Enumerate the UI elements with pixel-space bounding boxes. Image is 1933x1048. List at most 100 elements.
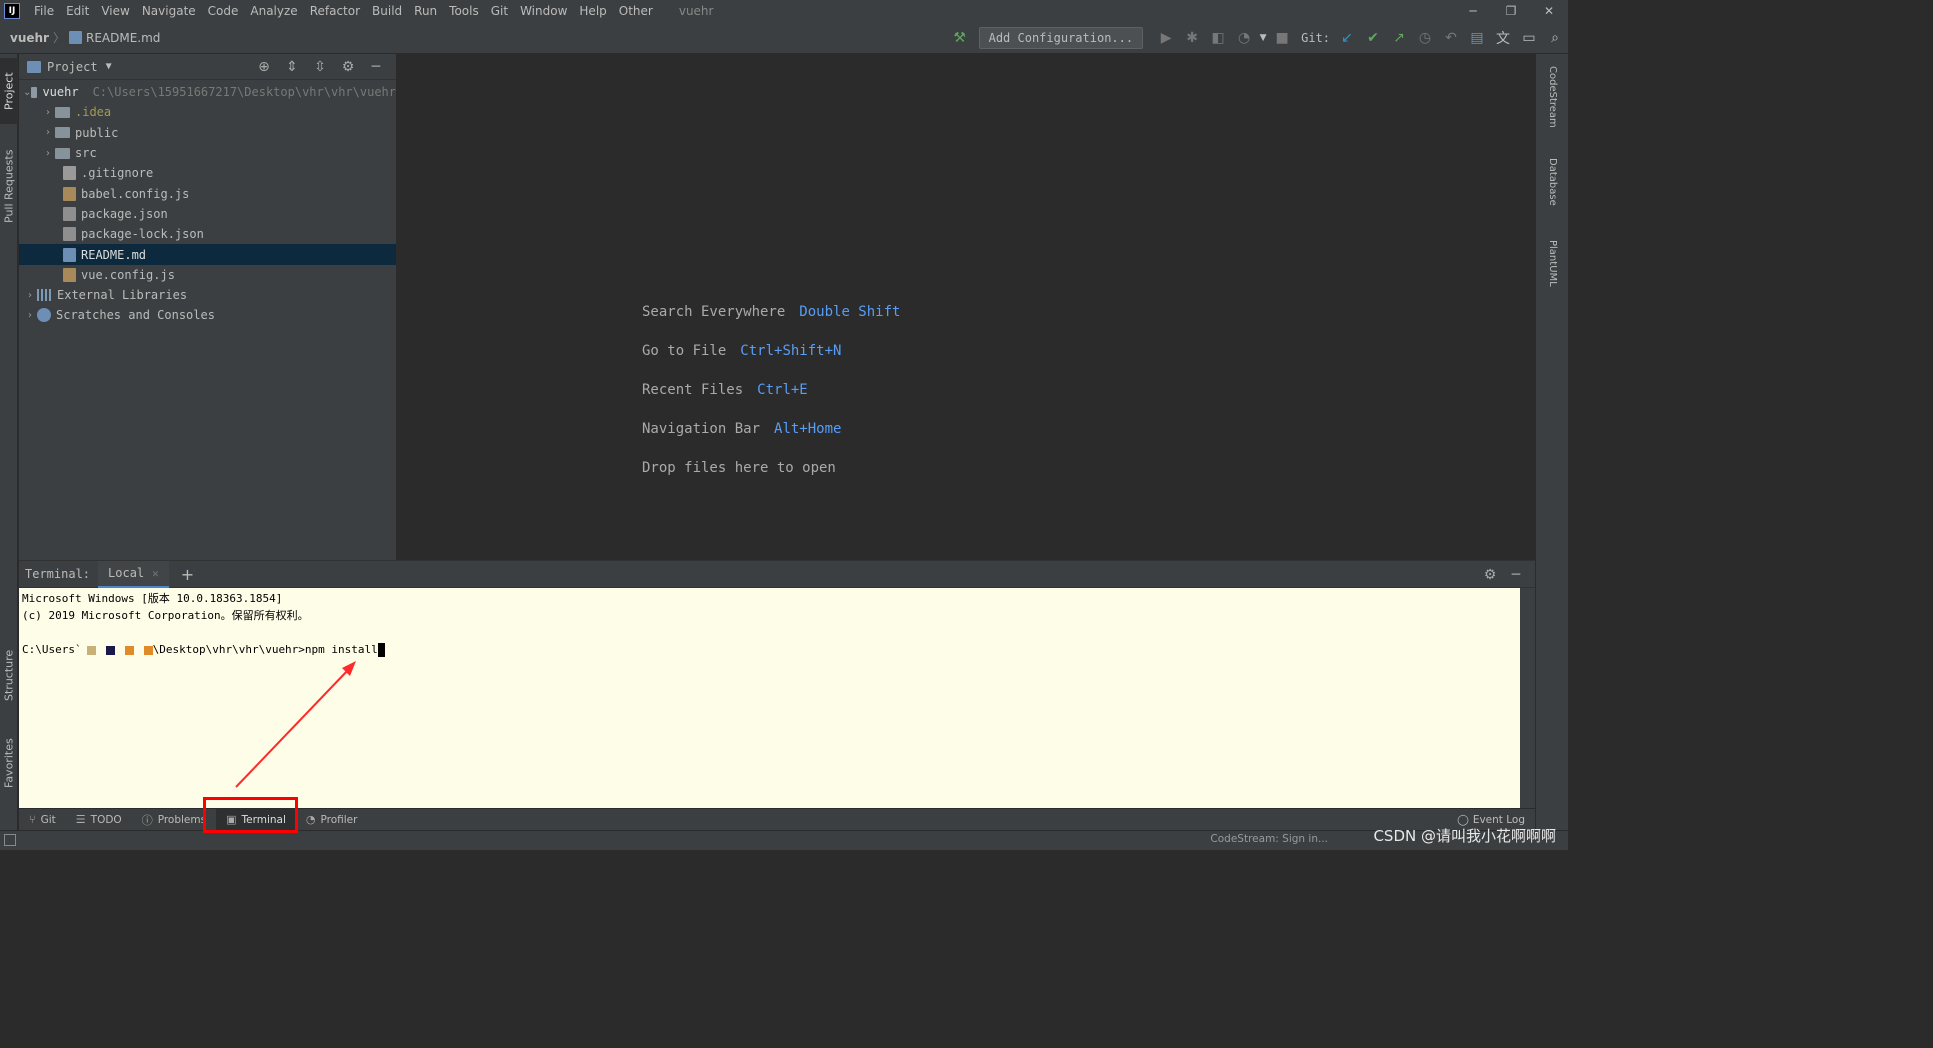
- bottom-tool-tabs: ⑂ Git ☰ TODO ⓘ Problems ▣ Terminal ◔ Profiler…: [19, 808, 1535, 831]
- stop-icon[interactable]: ■: [1269, 25, 1295, 51]
- json-file-icon: [63, 206, 76, 221]
- tree-folder-public[interactable]: › public: [19, 123, 396, 143]
- minimize-window-icon[interactable]: ─: [1454, 0, 1492, 22]
- git-rollback-icon[interactable]: ↶: [1438, 25, 1464, 51]
- tree-file-vue-config[interactable]: vue.config.js: [19, 265, 396, 285]
- git-commit-icon[interactable]: ✔: [1360, 25, 1386, 51]
- new-terminal-tab-icon[interactable]: +: [181, 565, 194, 584]
- markdown-file-icon: [63, 247, 76, 262]
- menu-view[interactable]: View: [95, 0, 135, 22]
- tree-scratches[interactable]: › Scratches and Consoles: [19, 305, 396, 325]
- chevron-down-icon[interactable]: ▼: [106, 61, 112, 72]
- tree-file-package-json[interactable]: package.json: [19, 204, 396, 224]
- tab-pull-requests[interactable]: Pull Requests: [0, 138, 18, 234]
- breadcrumb-project[interactable]: vuehr: [10, 31, 49, 45]
- tree-root-path: C:\Users\15951667217\Desktop\vhr\vhr\vue…: [92, 85, 396, 100]
- hint-label: Go to File: [642, 343, 727, 359]
- codestream-status[interactable]: CodeStream: Sign in...: [1210, 833, 1328, 845]
- menu-window[interactable]: Window: [514, 0, 573, 22]
- expand-all-icon[interactable]: ⇕: [278, 59, 306, 75]
- translate-icon[interactable]: 文: [1490, 25, 1516, 51]
- tree-file-readme[interactable]: README.md: [19, 244, 396, 265]
- tree-item-label: src: [75, 146, 97, 161]
- run-dropdown-chevron-icon[interactable]: ▼: [1257, 25, 1269, 51]
- hide-panel-icon[interactable]: ─: [362, 59, 390, 75]
- tab-todo[interactable]: ☰ TODO: [66, 809, 132, 831]
- git-history-icon[interactable]: ◷: [1412, 25, 1438, 51]
- tree-item-label: Scratches and Consoles: [56, 308, 215, 323]
- close-tab-icon[interactable]: ✕: [152, 567, 159, 580]
- restore-window-icon[interactable]: ❐: [1492, 0, 1530, 22]
- locate-file-icon[interactable]: ⊕: [250, 59, 278, 75]
- tab-favorites[interactable]: Favorites: [0, 726, 18, 800]
- project-structure-icon[interactable]: ▤: [1464, 25, 1490, 51]
- menu-navigate[interactable]: Navigate: [136, 0, 202, 22]
- git-branch-icon: ⑂: [29, 813, 36, 826]
- profile-icon[interactable]: ◔: [1231, 25, 1257, 51]
- tab-codestream[interactable]: CodeStream: [1547, 66, 1558, 128]
- redacted-block: [124, 645, 134, 655]
- tree-file-package-lock[interactable]: package-lock.json: [19, 224, 396, 244]
- chevron-right-icon[interactable]: ›: [41, 148, 55, 159]
- debug-icon[interactable]: ✱: [1179, 25, 1205, 51]
- menu-other[interactable]: Other: [613, 0, 659, 22]
- close-window-icon[interactable]: ✕: [1530, 0, 1568, 22]
- menu-build[interactable]: Build: [366, 0, 408, 22]
- coverage-icon[interactable]: ◧: [1205, 25, 1231, 51]
- tab-terminal[interactable]: ▣ Terminal: [216, 808, 296, 831]
- project-view-selector[interactable]: Project: [47, 60, 98, 74]
- menu-tools[interactable]: Tools: [443, 0, 485, 22]
- menu-edit[interactable]: Edit: [60, 0, 95, 22]
- gear-icon[interactable]: ⚙: [1477, 567, 1503, 583]
- chevron-right-icon[interactable]: ›: [41, 127, 55, 138]
- tab-profiler[interactable]: ◔ Profiler: [296, 809, 368, 831]
- chevron-down-icon[interactable]: ⌄: [23, 87, 31, 98]
- search-icon[interactable]: ⌕: [1542, 25, 1568, 51]
- tree-folder-src[interactable]: › src: [19, 143, 396, 163]
- terminal-toolbar-icon[interactable]: ▭: [1516, 25, 1542, 51]
- tab-plantuml[interactable]: PlantUML: [1547, 240, 1558, 287]
- chevron-right-icon[interactable]: ›: [23, 310, 37, 321]
- chevron-right-icon[interactable]: ›: [41, 107, 55, 118]
- tab-problems[interactable]: ⓘ Problems: [132, 809, 216, 831]
- tree-root-name: vuehr: [42, 85, 79, 100]
- tab-git-label: Git: [40, 813, 56, 826]
- menu-analyze[interactable]: Analyze: [244, 0, 303, 22]
- tab-project[interactable]: Project: [0, 58, 18, 124]
- tree-folder-idea[interactable]: › .idea: [19, 102, 396, 122]
- tab-structure[interactable]: Structure: [0, 638, 18, 712]
- run-icon[interactable]: ▶: [1153, 25, 1179, 51]
- gear-icon[interactable]: ⚙: [334, 59, 362, 75]
- intellij-logo-icon: IJ: [4, 3, 20, 19]
- tab-git[interactable]: ⑂ Git: [19, 809, 66, 831]
- project-tree: ⌄ vuehr C:\Users\15951667217\Desktop\vhr…: [19, 80, 396, 326]
- tree-file-gitignore[interactable]: .gitignore: [19, 163, 396, 183]
- terminal-output[interactable]: Microsoft Windows [版本 10.0.18363.1854] (…: [19, 588, 1520, 809]
- chevron-right-icon[interactable]: ›: [23, 290, 37, 301]
- terminal-scrollbar[interactable]: [1520, 588, 1535, 809]
- javascript-file-icon: [63, 267, 76, 282]
- toggle-tool-windows-icon[interactable]: [4, 834, 16, 846]
- tree-external-libraries[interactable]: › External Libraries: [19, 285, 396, 305]
- json-file-icon: [63, 227, 76, 242]
- build-hammer-icon[interactable]: ⚒: [947, 25, 973, 51]
- hide-panel-icon[interactable]: ─: [1503, 567, 1529, 583]
- menu-file[interactable]: File: [28, 0, 60, 22]
- menu-run[interactable]: Run: [408, 0, 443, 22]
- git-push-icon[interactable]: ↗: [1386, 25, 1412, 51]
- tree-file-babel-config[interactable]: babel.config.js: [19, 183, 396, 203]
- tab-database[interactable]: Database: [1547, 158, 1558, 206]
- menu-git[interactable]: Git: [485, 0, 514, 22]
- editor-empty-state[interactable]: Search Everywhere Double Shift Go to File…: [398, 54, 1535, 560]
- tab-database-label: Database: [1547, 158, 1558, 206]
- collapse-all-icon[interactable]: ⇳: [306, 59, 334, 75]
- menu-help[interactable]: Help: [573, 0, 612, 22]
- tree-root-vuehr[interactable]: ⌄ vuehr C:\Users\15951667217\Desktop\vhr…: [19, 82, 396, 102]
- git-update-icon[interactable]: ↙: [1334, 25, 1360, 51]
- breadcrumb-file[interactable]: README.md: [86, 31, 160, 45]
- terminal-tab-local[interactable]: Local ✕: [98, 560, 169, 588]
- hint-label: Recent Files: [642, 382, 744, 398]
- add-configuration-button[interactable]: Add Configuration...: [978, 27, 1144, 49]
- menu-code[interactable]: Code: [202, 0, 245, 22]
- menu-refactor[interactable]: Refactor: [304, 0, 366, 22]
